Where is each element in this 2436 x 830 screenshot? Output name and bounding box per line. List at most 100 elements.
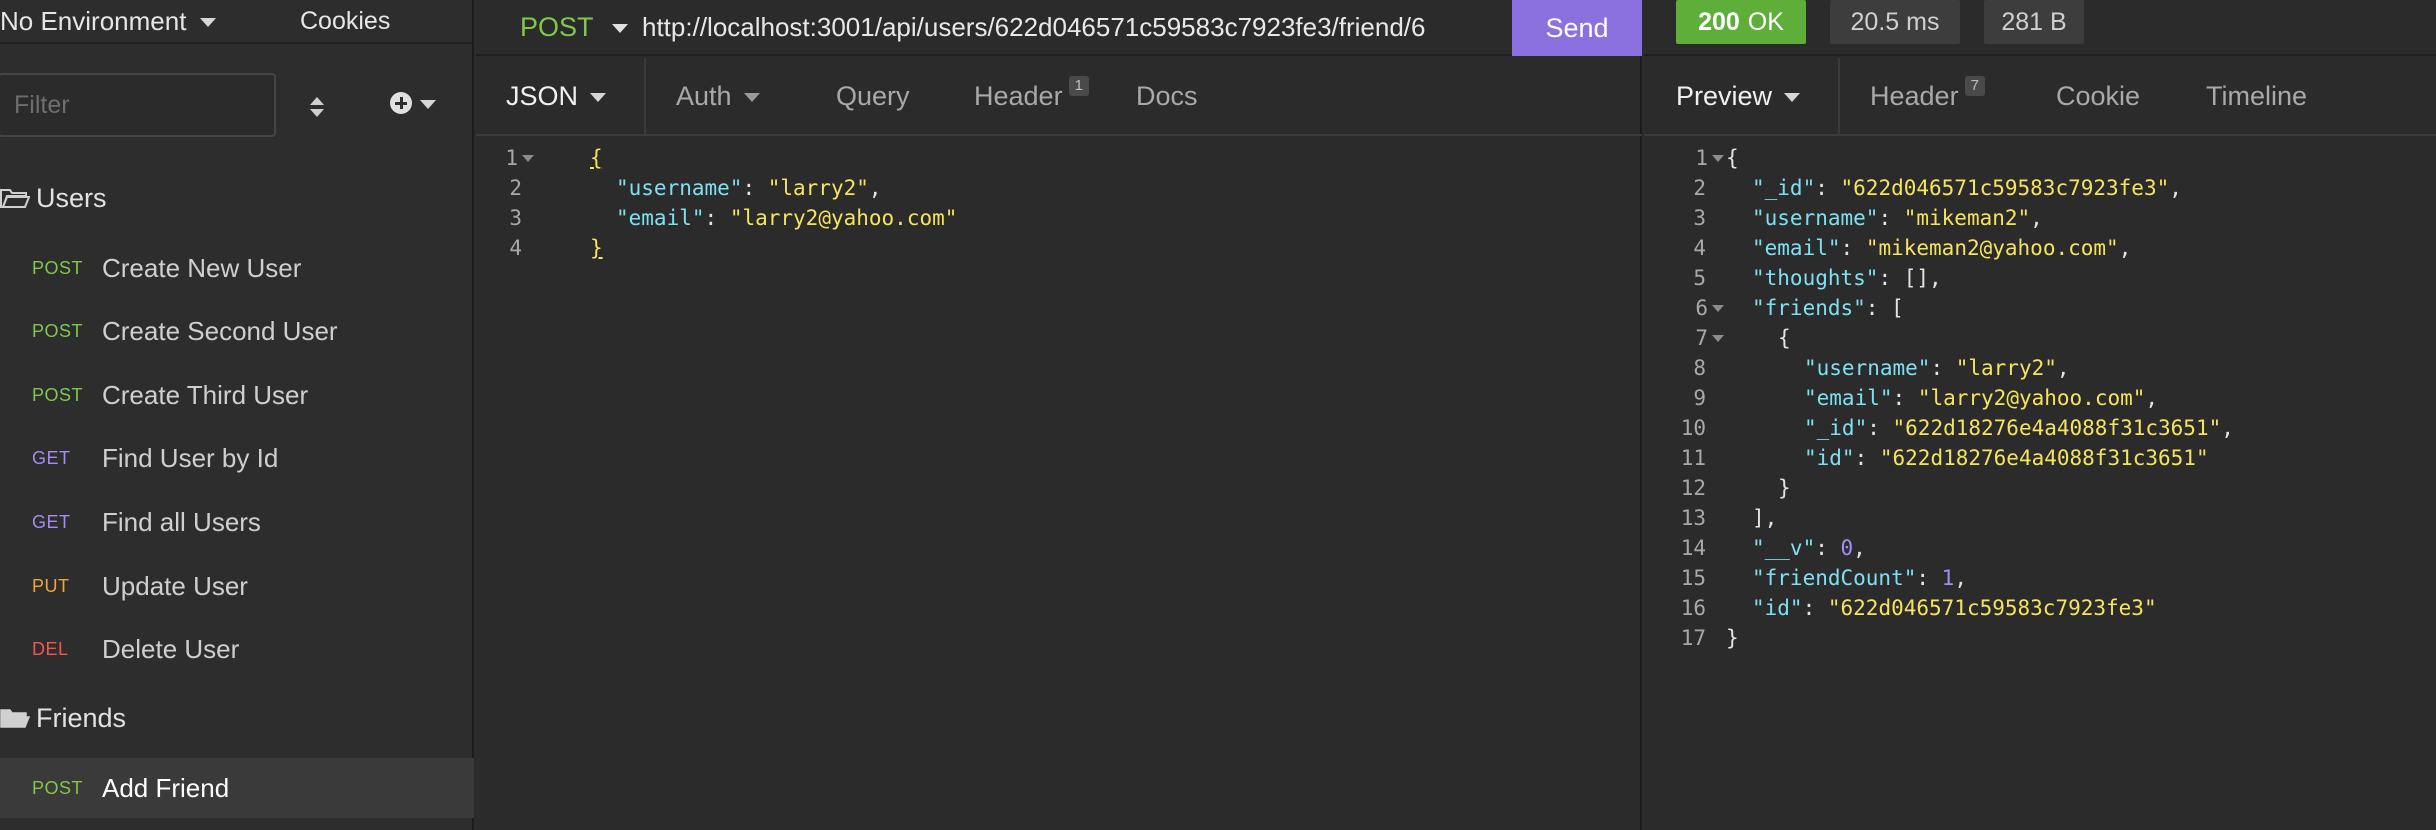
method-label: POST	[520, 11, 594, 42]
line-number: 2	[1693, 176, 1706, 200]
json-value: "mikeman2@yahoo.com"	[1865, 236, 2119, 260]
request-name: Delete User	[102, 633, 240, 664]
method-badge: POST	[32, 320, 84, 341]
json-value: "larry2@yahoo.com"	[729, 206, 958, 230]
filter-input[interactable]	[0, 73, 276, 137]
chevron-down-icon	[611, 23, 628, 33]
chevron-down-icon	[590, 92, 607, 102]
tab-timeline[interactable]: Timeline	[2176, 58, 2326, 134]
request-item[interactable]: DEL Delete User	[0, 619, 474, 679]
fold-arrow-icon[interactable]	[1712, 305, 1724, 312]
url-bar: POST http://localhost:3001/api/users/622…	[476, 0, 1642, 56]
request-name: Create Third User	[102, 379, 309, 410]
response-tabs: Preview Header 7 Cookie Timeline	[1644, 58, 2436, 136]
line-number: 13	[1680, 506, 1706, 530]
json-value: 0	[1840, 536, 1854, 560]
request-item[interactable]: GET Find User by Id	[0, 428, 474, 488]
response-pane: 200 OK 20.5 ms 281 B Preview Header 7 Coo…	[1644, 0, 2436, 830]
add-item-button[interactable]	[390, 92, 436, 114]
status-code: 200	[1698, 7, 1740, 36]
tab-query[interactable]: Query	[806, 58, 944, 134]
json-key: "friendCount"	[1752, 566, 1917, 590]
line-number: 10	[1680, 416, 1706, 440]
folder-users[interactable]: Users	[0, 178, 107, 218]
request-item[interactable]: POST Create Third User	[0, 365, 474, 425]
sidebar-header: No Environment Cookies	[0, 0, 472, 44]
cookies-button[interactable]: Cookies	[292, 7, 390, 36]
request-item[interactable]: PUT Update User	[0, 556, 474, 616]
tab-label: JSON	[506, 80, 579, 111]
json-value: "larry2"	[767, 176, 869, 200]
folder-label: Users	[36, 182, 107, 213]
open-folder-icon	[0, 707, 30, 729]
request-item[interactable]: POST Create Second User	[0, 301, 474, 361]
request-item[interactable]: POST Create New User	[0, 238, 474, 298]
fold-arrow-icon[interactable]	[1712, 155, 1724, 162]
url-input[interactable]: http://localhost:3001/api/users/622d0465…	[630, 12, 1488, 43]
json-value: "622d18276e4a4088f31c3651"	[1892, 416, 2222, 440]
method-badge: DEL	[32, 638, 69, 659]
tab-auth[interactable]: Auth	[646, 58, 806, 134]
tab-response-header[interactable]: Header 7	[1840, 58, 2026, 134]
request-item[interactable]: GET Find all Users	[0, 492, 474, 552]
line-number: 3	[509, 206, 522, 230]
tab-docs[interactable]: Docs	[1106, 58, 1226, 134]
tab-label: Preview	[1676, 80, 1773, 111]
json-value: []	[1903, 266, 1930, 290]
request-item[interactable]: POST Add Friend	[0, 758, 474, 818]
json-key: "email"	[616, 206, 705, 230]
request-body-editor[interactable]: 1 2 3 4 { "username": "larry2", "email":…	[476, 143, 1642, 543]
json-key: "id"	[1752, 596, 1803, 620]
line-number: 4	[1693, 236, 1706, 260]
json-value: "622d18276e4a4088f31c3651"	[1879, 446, 2209, 470]
method-selector[interactable]: POST	[476, 0, 630, 55]
response-time-badge: 20.5 ms	[1830, 0, 1960, 44]
line-number: 3	[1693, 206, 1706, 230]
json-key: "username"	[1804, 356, 1931, 380]
tab-label: Header	[974, 80, 1063, 111]
folder-friends[interactable]: Friends	[0, 698, 126, 738]
line-number: 1	[476, 143, 534, 173]
line-number: 16	[1680, 596, 1706, 620]
json-key: "email"	[1752, 236, 1841, 260]
sidebar: No Environment Cookies Users POST Create…	[0, 0, 474, 830]
line-number: 17	[1680, 626, 1706, 650]
line-number: 2	[509, 176, 522, 200]
filter-row	[0, 70, 474, 142]
fold-arrow-icon[interactable]	[1712, 335, 1724, 342]
tab-cookie[interactable]: Cookie	[2026, 58, 2176, 134]
json-key: "id"	[1804, 446, 1855, 470]
tab-label: Docs	[1136, 80, 1198, 111]
method-badge: POST	[32, 777, 84, 798]
json-value: "larry2@yahoo.com"	[1917, 386, 2146, 410]
plus-circle-icon	[390, 92, 412, 114]
tab-json[interactable]: JSON	[476, 58, 646, 134]
line-number: 7	[1644, 323, 1724, 353]
fold-arrow-icon[interactable]	[522, 155, 534, 162]
method-badge: POST	[32, 257, 84, 278]
json-key: "friends"	[1752, 296, 1866, 320]
line-number: 1	[1644, 143, 1724, 173]
json-key: "_id"	[1804, 416, 1868, 440]
response-body-viewer[interactable]: 1 2 3 4 5 6 7 8 9 10 11 12 13 14 15 16 1…	[1644, 143, 2436, 663]
tab-preview[interactable]: Preview	[1644, 58, 1840, 134]
line-number: 4	[509, 236, 522, 260]
method-badge: GET	[32, 447, 71, 468]
json-key: "thoughts"	[1752, 266, 1879, 290]
request-pane: POST http://localhost:3001/api/users/622…	[476, 0, 1642, 830]
environment-label: No Environment	[0, 5, 187, 36]
send-button[interactable]: Send	[1512, 0, 1642, 56]
tab-label: Query	[836, 80, 910, 111]
environment-selector[interactable]: No Environment	[0, 0, 292, 43]
line-number: 12	[1680, 476, 1706, 500]
tab-header[interactable]: Header 1	[944, 58, 1106, 134]
json-key: "email"	[1804, 386, 1893, 410]
request-name: Find User by Id	[102, 442, 279, 473]
json-key: "username"	[1752, 206, 1879, 230]
chevron-down-icon	[743, 92, 760, 102]
sort-button[interactable]	[300, 90, 334, 124]
line-number: 9	[1693, 386, 1706, 410]
status-text: OK	[1747, 7, 1784, 36]
response-size-badge: 281 B	[1984, 0, 2084, 44]
response-status-bar: 200 OK 20.5 ms 281 B	[1644, 0, 2436, 56]
